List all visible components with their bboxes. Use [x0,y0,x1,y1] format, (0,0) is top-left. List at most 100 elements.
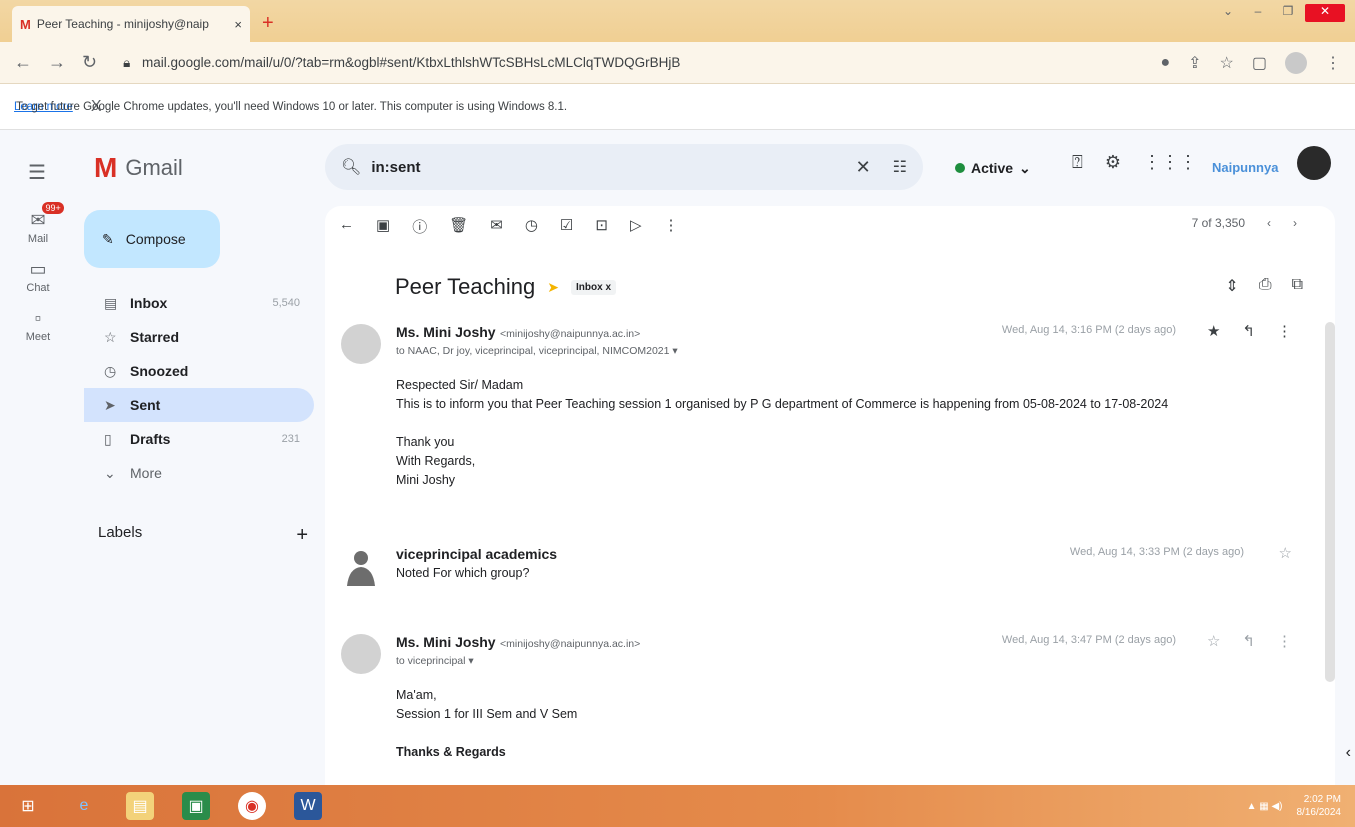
scrollbar[interactable] [1325,322,1335,682]
back-icon[interactable]: ← [14,52,32,73]
tab-close-icon[interactable]: × [234,17,242,32]
chevron-down-icon[interactable]: ⌄ [1215,4,1241,22]
rail-meet[interactable]: ▫ Meet [0,308,76,343]
forward-icon[interactable]: → [48,52,66,73]
more-options-icon[interactable]: ⋮ [664,216,679,237]
system-clock[interactable]: 2:02 PM 8/16/2024 [1297,793,1342,819]
kebab-menu-icon[interactable]: ⋮ [1325,53,1341,73]
inbox-label-chip[interactable]: Inbox x [570,279,616,295]
sender-avatar[interactable] [341,634,381,674]
back-arrow-icon[interactable]: ← [339,216,354,237]
record-icon[interactable]: ● [1160,54,1170,72]
message-item[interactable]: Ms. Mini Joshy <minijoshy@naipunnya.ac.i… [341,632,1311,784]
label-icon[interactable]: ▷ [630,216,642,237]
chevron-right-icon[interactable]: › [1293,216,1297,230]
unread-badge: 99+ [42,202,64,214]
star-icon[interactable]: ★ [1207,322,1220,340]
subject-title: Peer Teaching [395,274,536,299]
thread-panel: ← ▣ ⓘ 🗑︎ ✉ ◷ ☑ ⊡ ▷ ⋮ 7 of 3,350 ‹ › Peer… [325,206,1335,785]
apps-grid-icon[interactable]: ⋮⋮⋮ [1143,152,1197,173]
body-line [396,414,1168,433]
search-icon[interactable]: 🔍︎ [341,157,361,177]
message-item[interactable]: Ms. Mini Joshy <minijoshy@naipunnya.ac.i… [341,322,1311,504]
delete-icon[interactable]: 🗑︎ [449,216,468,237]
reply-icon[interactable]: ↰ [1242,322,1255,340]
star-outline-icon[interactable]: ☆ [1279,544,1292,562]
network-volume-icons[interactable]: ▲ ▦ ◀) [1247,800,1283,813]
star-outline-icon[interactable]: ☆ [1207,632,1220,650]
window-close-icon[interactable]: ✕ [1305,4,1345,22]
add-task-icon[interactable]: ☑ [560,216,573,237]
folder-list: ▤ Inbox 5,540 ☆ Starred ◷ Snoozed ➤ Sent… [84,286,314,490]
reload-icon[interactable]: ↻ [82,52,97,73]
search-bar[interactable]: 🔍︎ in:sent ✕ ☷ [325,144,923,190]
folder-sent[interactable]: ➤ Sent [84,388,314,422]
profile-avatar[interactable] [1285,51,1307,74]
chevron-left-icon[interactable]: ‹ [1267,216,1271,230]
share-icon[interactable]: ⇪ [1188,53,1201,73]
search-input[interactable]: in:sent [371,159,855,176]
settings-gear-icon[interactable]: ⚙ [1105,152,1121,173]
status-dot-icon [955,163,965,173]
side-panel-toggle-icon[interactable]: ‹ [1346,744,1351,762]
side-panel-icon[interactable]: ▢ [1252,53,1267,73]
folder-starred[interactable]: ☆ Starred [84,320,314,354]
folder-count: 231 [281,433,300,445]
url-field[interactable]: 🔒︎ mail.google.com/mail/u/0/?tab=rm&ogbl… [123,55,1160,71]
internet-explorer-icon[interactable]: e [70,792,98,820]
minimize-icon[interactable]: – [1245,4,1271,22]
folder-more[interactable]: ⌄ More [84,456,314,490]
sender-name[interactable]: Ms. Mini Joshy [396,634,496,650]
draft-file-icon: ▯ [104,430,112,447]
star-icon: ☆ [104,328,117,345]
move-to-icon[interactable]: ⊡ [595,216,608,237]
archive-icon[interactable]: ▣ [376,216,390,237]
main-menu-icon[interactable]: ☰ [28,160,46,185]
folder-inbox[interactable]: ▤ Inbox 5,540 [84,286,314,320]
more-options-icon[interactable]: ⋮ [1277,632,1292,650]
report-spam-icon[interactable]: ⓘ [412,216,427,237]
file-explorer-icon[interactable]: ▤ [126,792,154,820]
left-rail: ✉ 99+ Mail ▭ Chat ▫ Meet [0,202,76,357]
new-tab-button[interactable]: + [262,12,274,35]
sender-name[interactable]: Ms. Mini Joshy [396,324,496,340]
windows-start-icon[interactable]: ⊞ [14,792,42,820]
recipients[interactable]: to NAAC, Dr joy, viceprincipal, viceprin… [396,345,1296,357]
org-brand-logo[interactable]: Naipunnya [1212,160,1278,175]
add-label-icon[interactable]: + [296,524,308,547]
search-options-icon[interactable]: ☷ [893,157,907,177]
send-icon: ➤ [104,396,116,413]
compose-label: Compose [125,231,186,247]
word-icon[interactable]: W [294,792,322,820]
store-icon[interactable]: ▣ [182,792,210,820]
folder-drafts[interactable]: ▯ Drafts 231 [84,422,314,456]
importance-marker-icon[interactable]: ➤ [547,279,559,296]
reply-icon[interactable]: ↰ [1242,632,1255,650]
snooze-clock-icon[interactable]: ◷ [525,216,538,237]
sender-avatar[interactable] [341,546,381,586]
status-selector[interactable]: Active ⌄ [955,152,1031,184]
recipients[interactable]: to viceprincipal ▾ [396,655,1296,667]
open-new-window-icon[interactable]: ⧉ [1292,276,1303,296]
browser-tab[interactable]: M Peer Teaching - minijoshy@naip × [12,6,250,42]
browser-actions: ● ⇪ ☆ ▢ ⋮ [1160,51,1341,74]
expand-all-icon[interactable]: ⇕ [1225,276,1238,296]
maximize-icon[interactable]: ❐ [1275,4,1301,22]
chrome-icon[interactable]: ◉ [238,792,266,820]
mark-unread-icon[interactable]: ✉ [490,216,503,237]
help-icon[interactable]: ⍰ [1072,152,1083,173]
rail-mail[interactable]: ✉ 99+ Mail [0,202,76,245]
account-avatar[interactable] [1297,146,1331,180]
message-header: Ms. Mini Joshy <minijoshy@naipunnya.ac.i… [396,322,1296,357]
sender-avatar[interactable] [341,324,381,364]
label-chip-close-icon[interactable]: x [605,282,611,293]
compose-button[interactable]: ✎ Compose [84,210,220,268]
rail-chat[interactable]: ▭ Chat [0,259,76,294]
gmail-logo[interactable]: M Gmail [94,152,183,184]
more-options-icon[interactable]: ⋮ [1277,322,1292,340]
message-item-collapsed[interactable]: viceprincipal academics Noted For which … [341,544,1311,596]
print-icon[interactable]: ⎙ [1259,276,1272,296]
bookmark-star-icon[interactable]: ☆ [1220,53,1234,73]
clear-search-icon[interactable]: ✕ [856,157,871,178]
folder-snoozed[interactable]: ◷ Snoozed [84,354,314,388]
